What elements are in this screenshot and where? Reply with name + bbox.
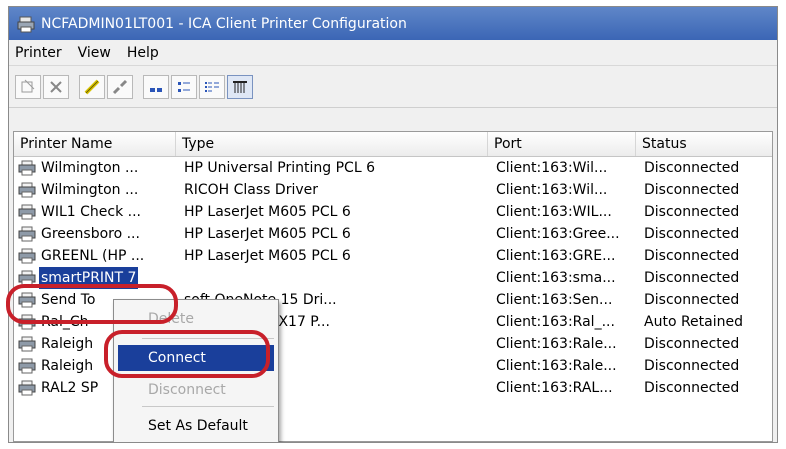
details-icon [233, 81, 247, 93]
printer-port: Client:163:Wil... [496, 160, 608, 176]
connect-icon [84, 79, 100, 95]
table-row[interactable]: GREENL (HP ... HP LaserJet M605 PCL 6 Clie… [14, 245, 772, 267]
delete-button[interactable] [15, 75, 41, 99]
disconnect-icon [112, 79, 128, 95]
column-type[interactable]: Type [176, 132, 488, 156]
printer-name: Ral_Ch [41, 314, 89, 330]
printer-port: Client:163:Ral_... [496, 314, 615, 330]
printer-status: Disconnected [644, 380, 740, 396]
table-row[interactable]: Greensboro ... HP LaserJet M605 PCL 6 Clie… [14, 223, 772, 245]
menu-separator [142, 406, 274, 407]
delete-icon [21, 79, 35, 93]
printer-status: Disconnected [644, 292, 740, 308]
printer-type: HP LaserJet M605 PCL 6 [184, 248, 351, 264]
large-icons-button[interactable] [143, 75, 169, 99]
printer-name-cell: GREENL (HP ... [18, 245, 178, 267]
printer-port: Client:163:RAL... [496, 380, 613, 396]
printer-type [180, 267, 494, 289]
printer-icon [18, 182, 36, 198]
table-row[interactable]: smartPRINT 7 Client:163:sma... Disconnecte… [14, 267, 772, 289]
printer-name-cell: smartPRINT 7 [18, 267, 178, 289]
details-button[interactable] [227, 75, 253, 99]
printer-status: Disconnected [644, 336, 740, 352]
column-port[interactable]: Port [488, 132, 636, 156]
printer-icon [18, 270, 36, 286]
menu-help[interactable]: Help [127, 45, 159, 61]
printer-name: Wilmington ... [41, 182, 139, 198]
printer-status: Disconnected [644, 270, 740, 286]
printer-status: Disconnected [644, 160, 740, 176]
printer-icon [18, 204, 36, 220]
printer-port: Client:163:Wil... [496, 182, 608, 198]
printer-type: RICOH Class Driver [184, 182, 318, 198]
printer-icon [18, 248, 36, 264]
close-icon [50, 81, 62, 93]
printer-name: RAL2 SP [41, 380, 99, 396]
context-set-default-item[interactable]: Set As Default [114, 413, 278, 439]
printer-type: HP LaserJet M605 PCL 6 [184, 204, 351, 220]
large-icons-icon [150, 88, 162, 92]
printer-status: Disconnected [644, 358, 740, 374]
printer-status: Disconnected [644, 204, 740, 220]
list-icon [205, 82, 219, 92]
small-icons-icon [178, 82, 190, 92]
menu-view[interactable]: View [78, 45, 111, 61]
menu-printer[interactable]: Printer [15, 45, 62, 61]
printer-name: WIL1 Check ... [41, 204, 141, 220]
window-title: NCFADMIN01LT001 - ICA Client Printer Con… [41, 15, 407, 32]
printer-name: Send To [41, 292, 96, 308]
context-disconnect-item[interactable]: Disconnect [114, 377, 278, 403]
printer-status: Auto Retained [644, 314, 743, 330]
close-button[interactable] [43, 75, 69, 99]
printer-name: Raleigh [41, 358, 94, 374]
small-icons-button[interactable] [171, 75, 197, 99]
printer-port: Client:163:Gree... [496, 226, 620, 242]
printer-icon [18, 380, 36, 396]
app-window: NCFADMIN01LT001 - ICA Client Printer Con… [8, 6, 778, 443]
printer-name: Wilmington ... [41, 160, 139, 176]
printer-port: Client:163:sma... [496, 270, 616, 286]
printer-app-icon [17, 16, 35, 32]
printer-port: Client:163:Sen... [496, 292, 613, 308]
printer-icon [18, 292, 36, 308]
printer-type: HP Universal Printing PCL 6 [184, 160, 375, 176]
printer-status: Disconnected [644, 182, 740, 198]
printer-name-cell: Greensboro ... [18, 223, 178, 245]
printer-type: HP LaserJet M605 PCL 6 [184, 226, 351, 242]
printer-status: Disconnected [644, 226, 740, 242]
list-button[interactable] [199, 75, 225, 99]
table-row[interactable]: Wilmington ... RICOH Class Driver Client:1… [14, 179, 772, 201]
title-bar: NCFADMIN01LT001 - ICA Client Printer Con… [9, 7, 777, 40]
column-status[interactable]: Status [636, 132, 772, 156]
list-header: Printer Name Type Port Status [14, 132, 772, 157]
printer-port: Client:163:GRE... [496, 248, 616, 264]
printer-name-cell: Wilmington ... [18, 179, 178, 201]
context-menu: Delete Connect Disconnect Set As Default [113, 299, 279, 442]
printer-name-cell: Wilmington ... [18, 157, 178, 179]
printer-icon [18, 160, 36, 176]
printer-status: Disconnected [644, 248, 740, 264]
table-row[interactable]: WIL1 Check ... HP LaserJet M605 PCL 6 Clie… [14, 201, 772, 223]
context-delete-item[interactable]: Delete [114, 306, 278, 332]
toolbar [9, 67, 777, 108]
menu-bar: Printer View Help [9, 41, 777, 66]
printer-port: Client:163:Rale... [496, 358, 617, 374]
printer-icon [18, 336, 36, 352]
printer-port: Client:163:WIL... [496, 204, 612, 220]
printer-icon [18, 358, 36, 374]
printer-port: Client:163:Rale... [496, 336, 617, 352]
printer-name: smartPRINT 7 [39, 267, 139, 289]
menu-separator [142, 338, 274, 339]
column-printer-name[interactable]: Printer Name [14, 132, 176, 156]
table-row[interactable]: Wilmington ... HP Universal Printing PCL … [14, 157, 772, 179]
printer-name-cell: WIL1 Check ... [18, 201, 178, 223]
printer-icon [18, 226, 36, 242]
printer-name: GREENL (HP ... [41, 248, 145, 264]
printer-name: Raleigh [41, 336, 94, 352]
connect-button[interactable] [79, 75, 105, 99]
disconnect-button[interactable] [107, 75, 133, 99]
printer-icon [18, 314, 36, 330]
context-connect-item[interactable]: Connect [118, 345, 274, 371]
printer-name: Greensboro ... [41, 226, 140, 242]
